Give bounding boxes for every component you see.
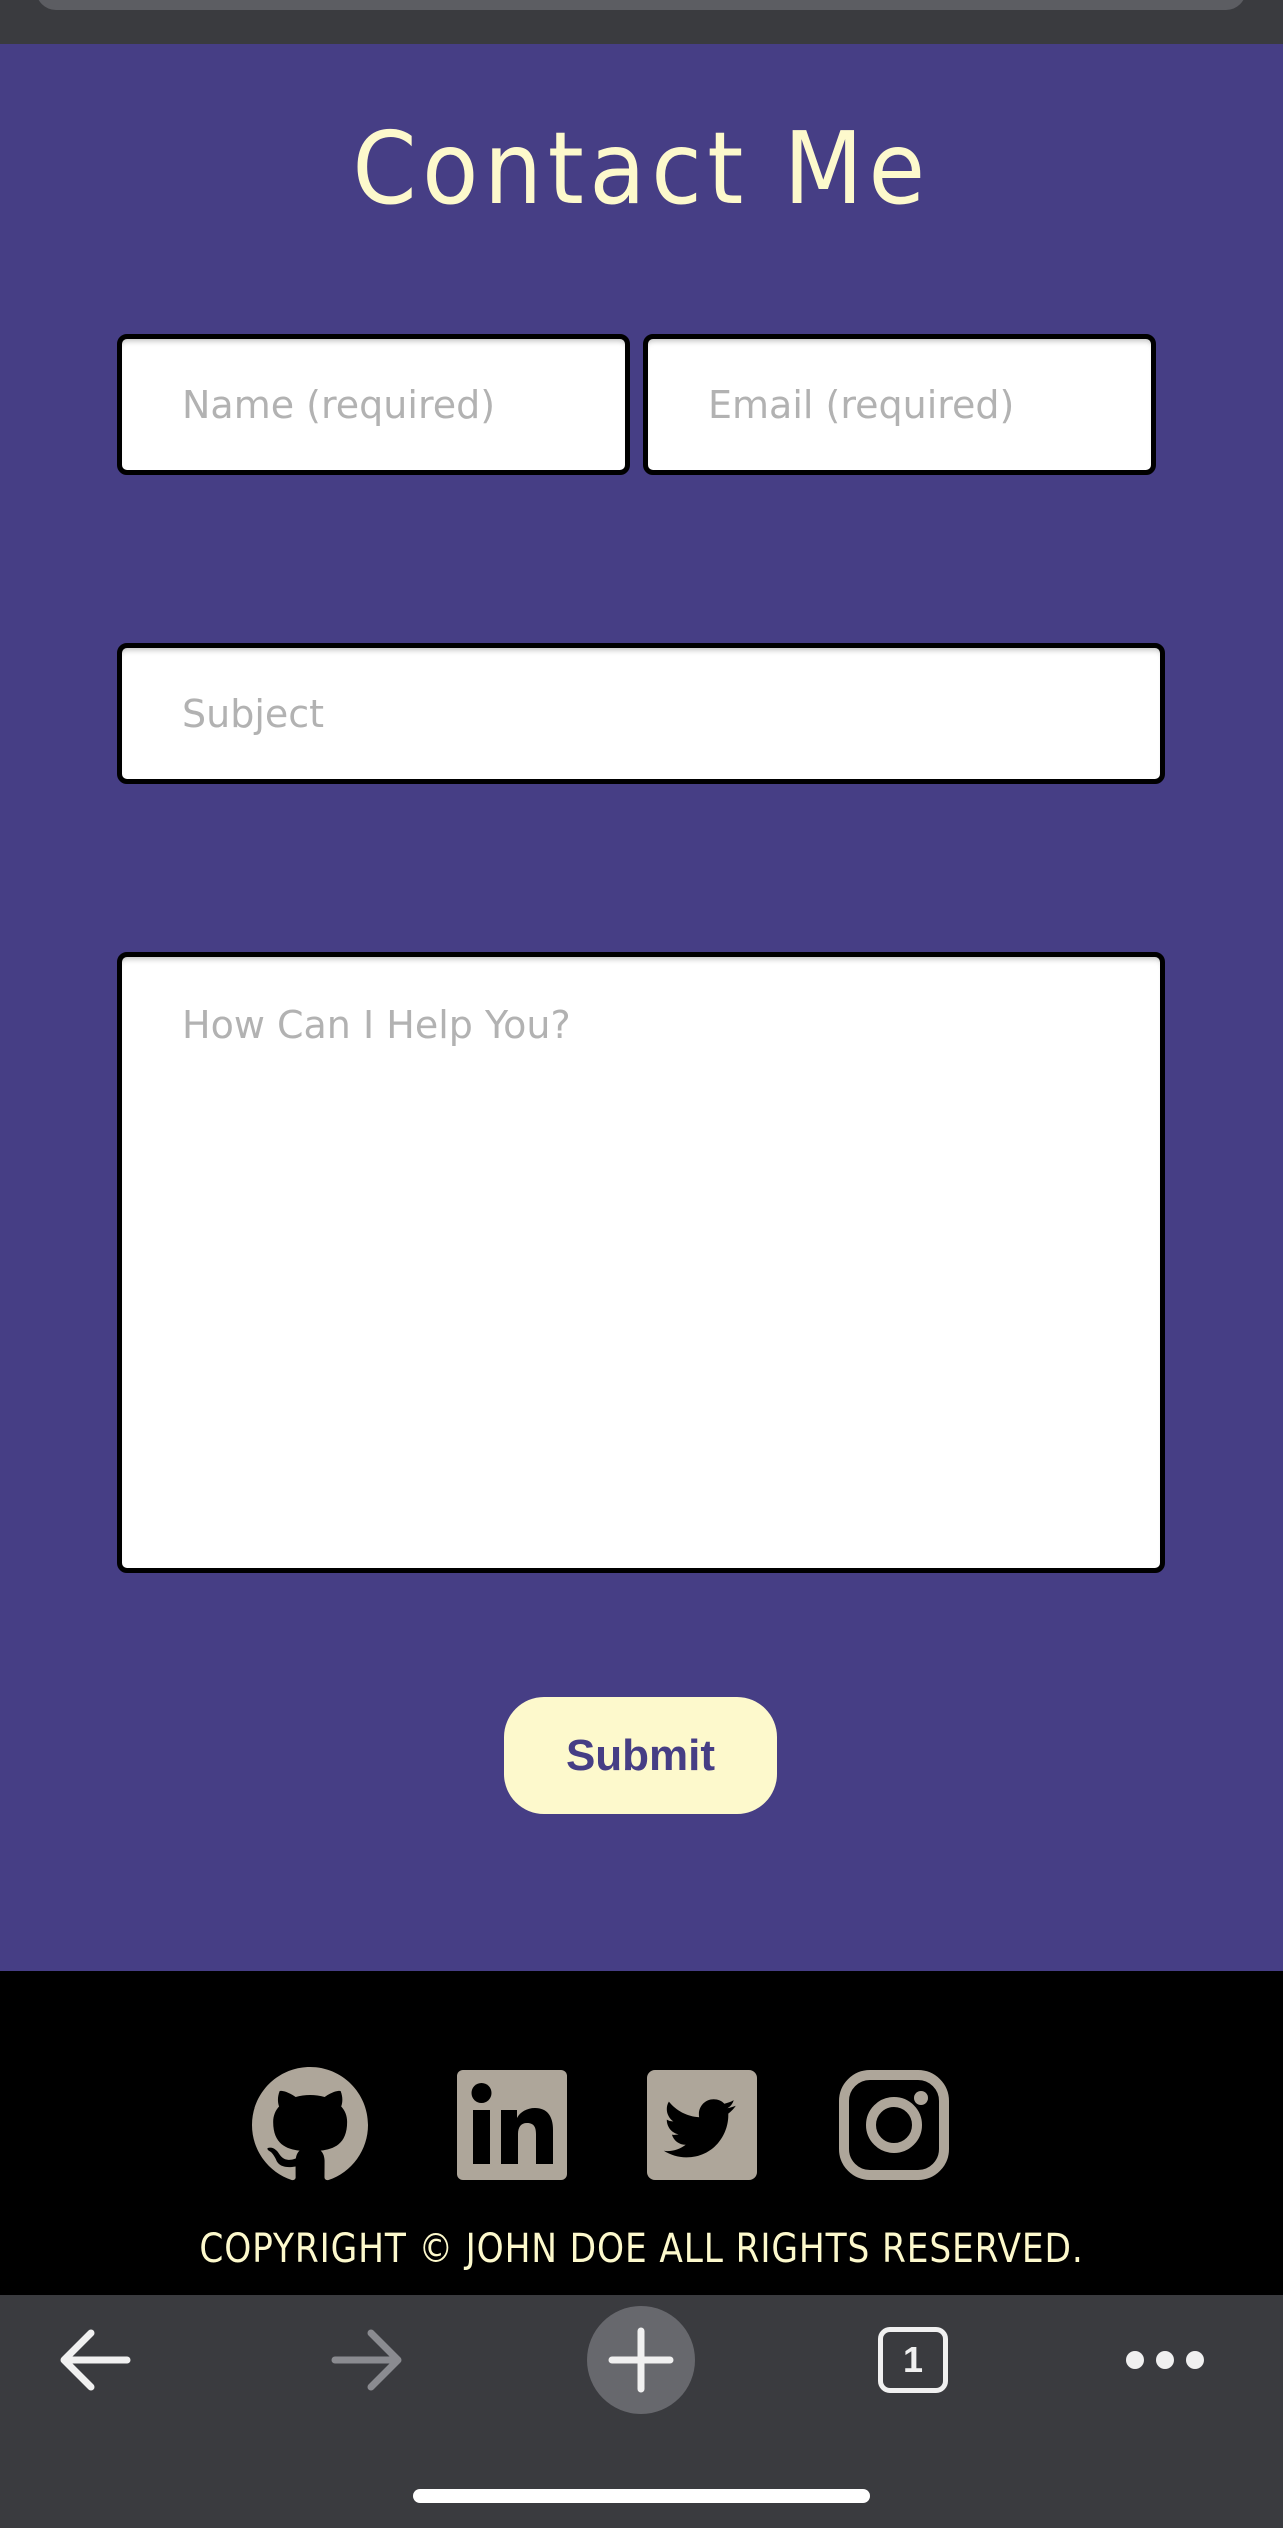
name-field[interactable]: [117, 334, 630, 475]
email-field[interactable]: [643, 334, 1156, 475]
contact-section: Contact Me Submit: [0, 44, 1283, 1971]
copyright-text: COPYRIGHT © JOHN DOE ALL RIGHTS RESERVED…: [199, 2226, 1084, 2272]
social-links: [252, 2067, 952, 2183]
browser-bottom-toolbar: 1: [0, 2295, 1283, 2528]
new-tab-button[interactable]: [566, 2295, 716, 2425]
message-field[interactable]: [117, 952, 1165, 1573]
forward-button[interactable]: [292, 2295, 442, 2425]
more-dots-icon: [1126, 2351, 1204, 2369]
instagram-icon[interactable]: [836, 2067, 952, 2183]
site-footer: COPYRIGHT © JOHN DOE ALL RIGHTS RESERVED…: [0, 1971, 1283, 2295]
home-indicator: [413, 2489, 870, 2503]
browser-top-bar: [0, 0, 1283, 44]
submit-button[interactable]: Submit: [504, 1697, 777, 1814]
back-arrow-icon: [60, 2329, 131, 2391]
address-bar[interactable]: [36, 0, 1246, 10]
twitter-icon[interactable]: [644, 2067, 760, 2183]
linkedin-icon[interactable]: [454, 2067, 570, 2183]
tabs-button[interactable]: 1: [838, 2295, 988, 2425]
plus-icon: [608, 2327, 674, 2393]
more-button[interactable]: [1090, 2295, 1240, 2425]
forward-arrow-icon: [331, 2329, 402, 2391]
back-button[interactable]: [20, 2295, 170, 2425]
tabs-icon: 1: [878, 2327, 948, 2393]
page-title: Contact Me: [352, 110, 931, 227]
github-icon[interactable]: [252, 2067, 368, 2183]
subject-field[interactable]: [117, 643, 1165, 784]
